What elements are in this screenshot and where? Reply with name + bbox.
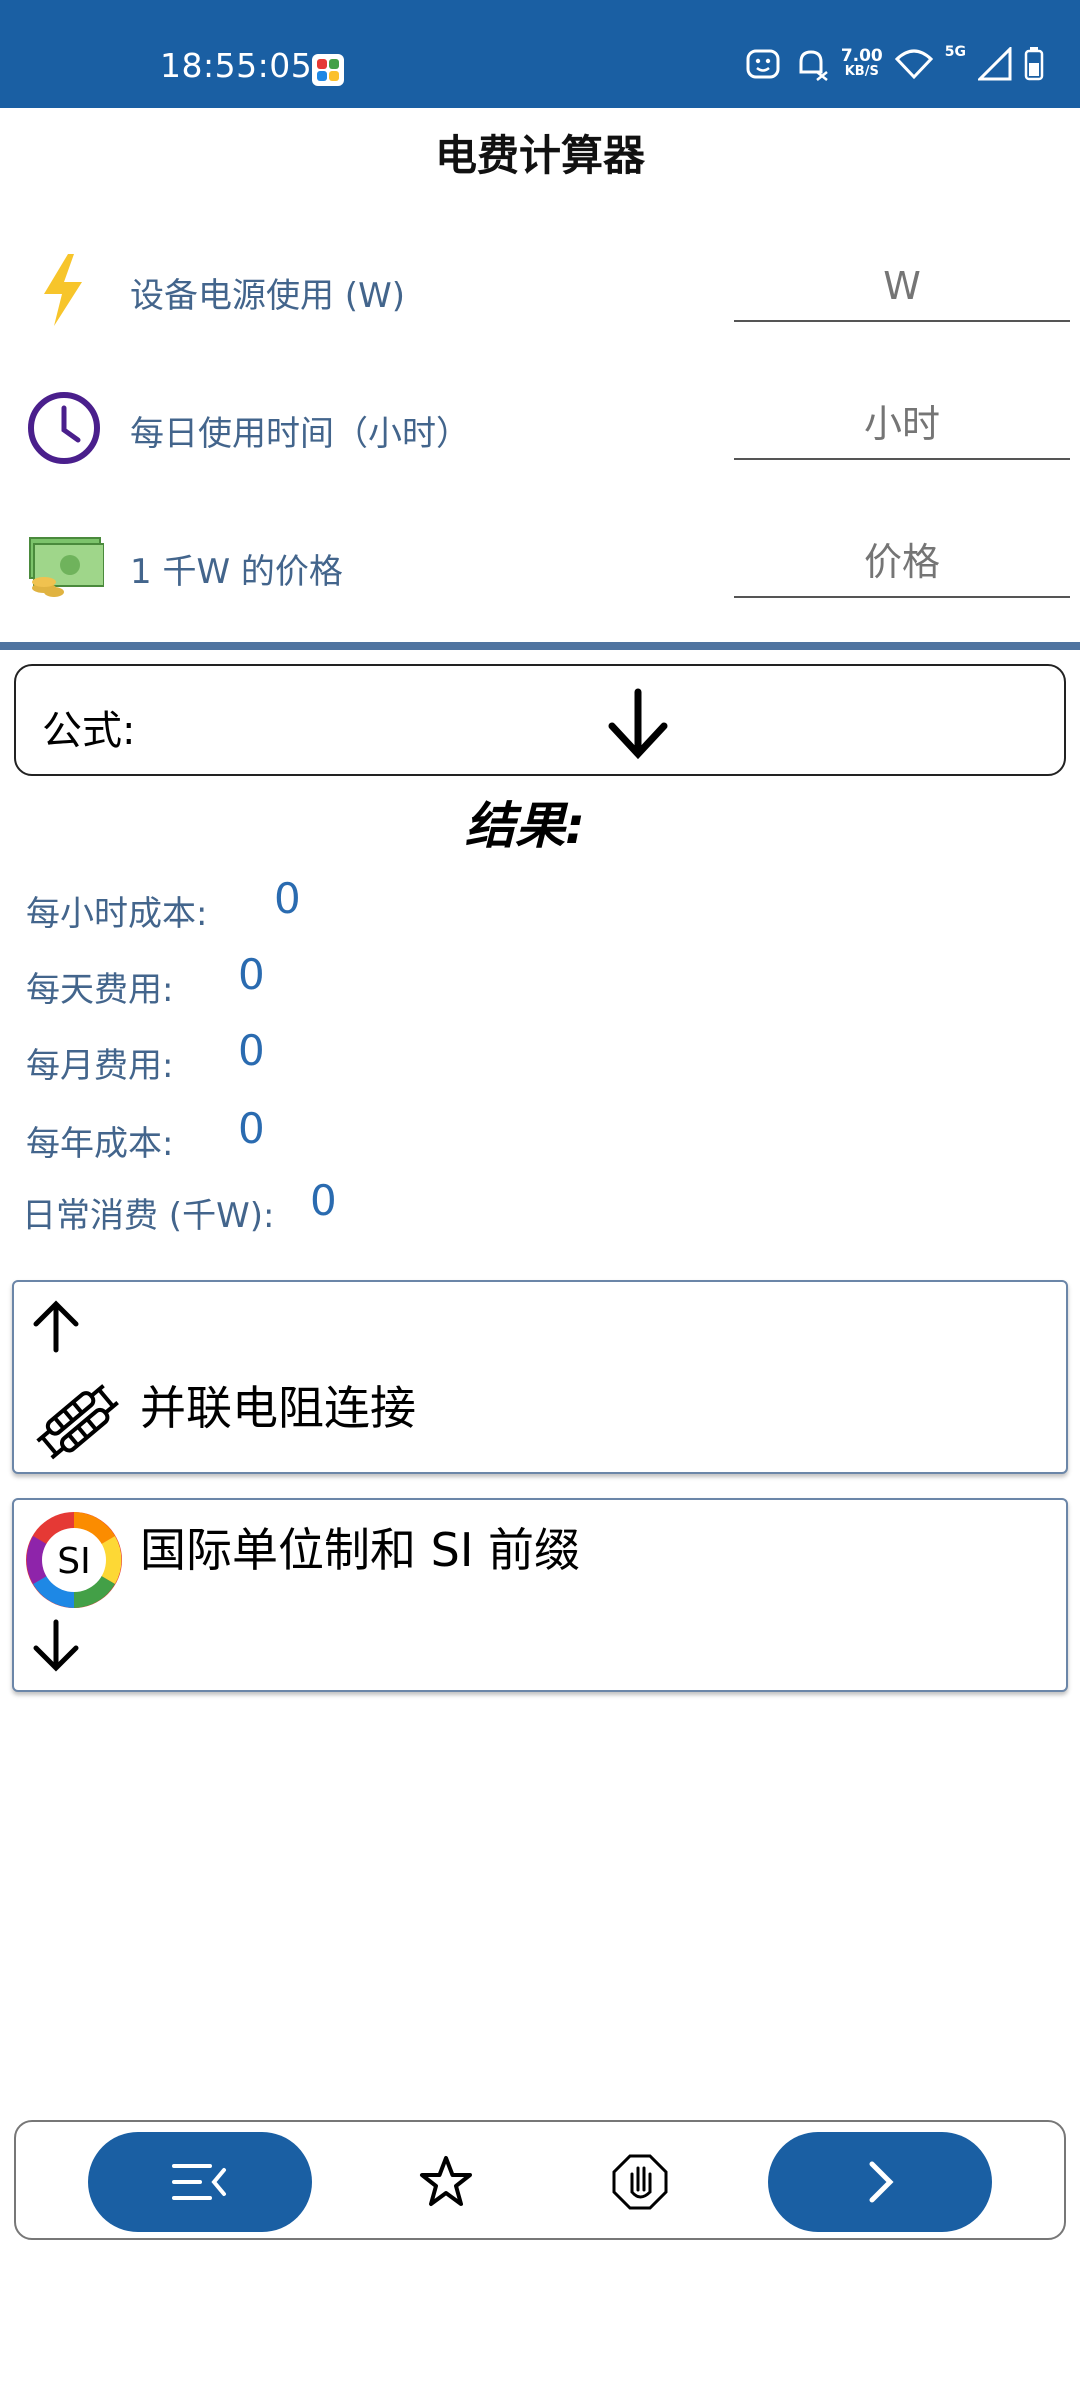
result-hourly: 每小时成本: 0 [26, 874, 301, 935]
bell-muted-icon [799, 50, 828, 81]
result-label: 日常消费 (千W): [22, 1196, 275, 1236]
hours-label: 每日使用时间（小时） [130, 414, 470, 454]
result-label: 每天费用: [26, 970, 174, 1010]
power-label: 设备电源使用 (W) [130, 276, 405, 316]
net-speed-value: 7.00 [840, 46, 883, 66]
results-title: 结果: [465, 797, 585, 855]
result-value: 0 [274, 874, 301, 923]
status-bar: 18:55:05 7.00 KB/S 5G [0, 0, 1080, 108]
power-input[interactable] [734, 252, 1070, 322]
lightning-icon [44, 254, 82, 326]
face-icon [746, 49, 780, 79]
status-time: 18:55:05 [160, 46, 313, 85]
result-value: 0 [238, 950, 265, 999]
hours-input-row: 每日使用时间（小时） [0, 376, 1080, 486]
menu-button[interactable] [88, 2132, 312, 2232]
network-type: 5G [944, 44, 966, 60]
arrow-up-icon [33, 1300, 79, 1353]
card-label: 国际单位制和 SI 前缀 [140, 1523, 581, 1577]
power-input-row: 设备电源使用 (W) [0, 238, 1080, 348]
net-speed-unit: KB/S [844, 64, 879, 79]
result-daily-consumption: 日常消费 (千W): 0 [22, 1176, 337, 1237]
status-icons: 7.00 KB/S 5G [745, 44, 1044, 84]
battery-icon [1024, 47, 1044, 81]
price-input-row: 1 千W 的价格 [0, 514, 1080, 624]
star-icon[interactable] [416, 2152, 476, 2212]
signal-icon [978, 47, 1012, 81]
next-button[interactable] [768, 2132, 992, 2232]
result-label: 每小时成本: [26, 894, 208, 934]
result-label: 每年成本: [26, 1124, 174, 1164]
si-icon: SI [26, 1512, 122, 1608]
wifi-icon [894, 49, 933, 80]
price-input[interactable] [734, 528, 1070, 598]
formula-label: 公式: [42, 708, 136, 754]
hand-stop-icon[interactable] [610, 2152, 670, 2212]
money-icon [29, 537, 104, 597]
hours-input[interactable] [734, 390, 1070, 460]
menu-collapse-icon [172, 2164, 226, 2200]
card-label: 并联电阻连接 [140, 1381, 416, 1435]
arrow-down-icon [33, 1619, 79, 1672]
app-notification-icon [312, 54, 344, 86]
result-value: 0 [238, 1104, 265, 1153]
result-label: 每月费用: [26, 1046, 174, 1086]
section-divider [0, 642, 1080, 650]
card-parallel-resistors[interactable]: 并联电阻连接 [12, 1280, 1068, 1474]
resistor-icon [36, 1384, 119, 1460]
clock-icon [28, 392, 100, 464]
result-value: 0 [310, 1176, 337, 1225]
si-badge-text: SI [57, 1541, 90, 1582]
chevron-right-icon [869, 2161, 894, 2203]
card-si-units[interactable]: SI 国际单位制和 SI 前缀 [12, 1498, 1068, 1692]
result-value: 0 [238, 1026, 265, 1075]
result-yearly: 每年成本: 0 [26, 1104, 265, 1165]
page-title: 电费计算器 [434, 131, 645, 180]
price-label: 1 千W 的价格 [130, 552, 343, 592]
arrow-down-icon [608, 688, 668, 760]
result-daily: 每天费用: 0 [26, 950, 265, 1011]
formula-toggle[interactable]: 公式: [14, 664, 1066, 776]
result-monthly: 每月费用: 0 [26, 1026, 265, 1087]
net-speed: 7.00 KB/S [840, 46, 883, 80]
bottom-toolbar [14, 2120, 1066, 2240]
